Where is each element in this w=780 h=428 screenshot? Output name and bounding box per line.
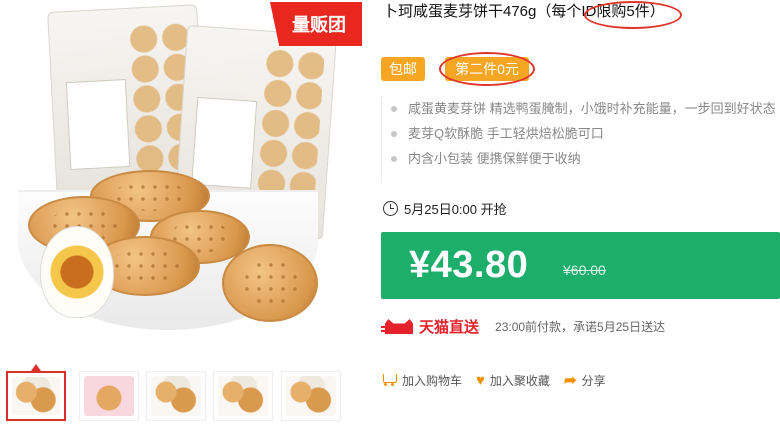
feature-list: 咸蛋黄麦芽饼 精选鸭蛋腌制，小饿时补充能量，一步回到好状态 麦芽Q软酥脆 手工轻… [381, 96, 780, 182]
thumbnail-4[interactable] [213, 371, 273, 421]
sale-start-time: 5月25日0:00 开抢 [383, 198, 507, 218]
bullet-icon [391, 156, 397, 162]
add-to-cart-link[interactable]: 加入购物车 [381, 372, 462, 389]
feature-text: 内含小包装 便携保鲜便于收纳 [408, 151, 581, 166]
tmall-direct-label: 天猫直送 [419, 318, 480, 336]
thumbnail-strip [0, 371, 372, 427]
add-favorite-label: 加入聚收藏 [489, 373, 550, 388]
product-title: 卜珂咸蛋麦芽饼干476g（每个ID限购5件） [383, 3, 665, 20]
heart-icon: ♥ [476, 371, 485, 389]
feature-text: 咸蛋黄麦芽饼 精选鸭蛋腌制，小饿时补充能量，一步回到好状态 [408, 101, 776, 116]
current-price: ¥43.80 [409, 244, 529, 286]
highlight-circle-promo [439, 52, 535, 86]
bullet-icon [391, 106, 397, 112]
clock-icon [383, 200, 398, 216]
feature-text: 麦芽Q软酥脆 手工轻烘焙松脆可口 [408, 126, 604, 141]
delivery-promise: 23:00前付款，承诺5月25日送达 [495, 319, 666, 334]
add-favorite-link[interactable]: ♥ 加入聚收藏 [476, 372, 550, 389]
free-shipping-tag: 包邮 [381, 57, 425, 81]
salted-egg-yolk [40, 226, 114, 318]
thumbnail-2[interactable] [79, 371, 139, 421]
cart-icon [381, 373, 397, 387]
group-buy-badge: 量贩团 [270, 2, 362, 46]
thumbnail-3[interactable] [146, 371, 206, 421]
feature-item: 内含小包装 便携保鲜便于收纳 [382, 146, 780, 171]
feature-item: 麦芽Q软酥脆 手工轻烘焙松脆可口 [382, 121, 780, 146]
share-label: 分享 [581, 373, 606, 388]
action-links: 加入购物车 ♥ 加入聚收藏 ➦ 分享 [381, 370, 606, 390]
bullet-icon [391, 131, 397, 137]
main-product-image[interactable]: 量贩团 [0, 0, 372, 358]
biscuit [222, 244, 318, 322]
sale-start-text: 5月25日0:00 开抢 [404, 201, 507, 217]
price-bar: ¥43.80 ¥60.00 [381, 232, 780, 299]
share-link[interactable]: ➦ 分享 [564, 372, 606, 389]
active-thumb-caret-icon [31, 364, 41, 371]
thumbnail-1[interactable] [6, 371, 66, 421]
feature-item: 咸蛋黄麦芽饼 精选鸭蛋腌制，小饿时补充能量，一步回到好状态 [382, 96, 780, 121]
highlight-circle-limit [584, 1, 682, 29]
original-price: ¥60.00 [563, 262, 606, 278]
share-icon: ➦ [563, 371, 577, 389]
tmall-cat-icon [381, 317, 415, 335]
thumbnail-5[interactable] [281, 371, 341, 421]
add-to-cart-label: 加入购物车 [402, 373, 463, 388]
tmall-delivery: 天猫直送 23:00前付款，承诺5月25日送达 [381, 314, 665, 338]
